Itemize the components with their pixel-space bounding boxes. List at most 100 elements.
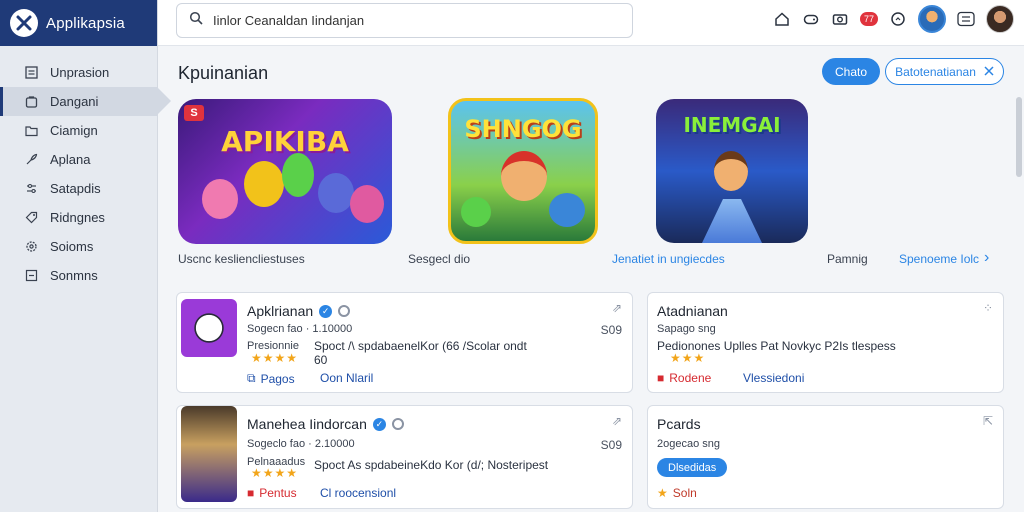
top-bar: 77 bbox=[158, 0, 1024, 46]
tile-art-title: INEMGAI bbox=[683, 113, 781, 137]
gamepad-icon[interactable] bbox=[802, 10, 820, 28]
sidebar-item-8[interactable]: Sonmns bbox=[0, 261, 157, 290]
card-price: S09 bbox=[600, 438, 622, 452]
card-price: S09 bbox=[600, 323, 622, 337]
app-thumbnail bbox=[181, 299, 237, 357]
main-content: Kpuinanian Chato Batotenatianan S APIKIB… bbox=[158, 47, 1024, 512]
tile-art-title: SHNGOG bbox=[464, 115, 582, 143]
card-title-text: Atadnianan bbox=[657, 303, 728, 319]
card-action-2[interactable]: Vlessiedoni bbox=[743, 371, 804, 385]
tile-label-1[interactable]: Uscnc kesliencliestuses bbox=[178, 252, 305, 266]
sliders-icon bbox=[24, 182, 38, 196]
action-label: Rodene bbox=[669, 371, 712, 385]
card-title: Atadnianan bbox=[657, 303, 728, 319]
card-title: Manehea Iindorcan ✓ bbox=[247, 416, 404, 432]
profile-avatar[interactable] bbox=[986, 5, 1014, 33]
pin-icon[interactable]: ⇗ bbox=[612, 301, 622, 315]
card-action-1[interactable]: ★ Soln bbox=[657, 486, 697, 500]
character-art bbox=[461, 197, 491, 227]
card-meta: 2ogecao sng bbox=[657, 438, 720, 450]
outline-button-label: Batotenatianan bbox=[895, 64, 976, 79]
card-title-text: Pcards bbox=[657, 416, 701, 432]
verified-icon: ✓ bbox=[372, 417, 386, 431]
sidebar-item-label: Unprasion bbox=[50, 65, 110, 80]
menu-list-icon[interactable] bbox=[957, 10, 975, 28]
character-art bbox=[244, 161, 284, 207]
sidebar-item-4[interactable]: Aplana bbox=[0, 145, 157, 174]
card-description: Spoct As spdabeineKdo Kor (d/; Nosteripe… bbox=[314, 458, 549, 472]
box-icon bbox=[24, 269, 38, 283]
tile-label-2[interactable]: Sesgecl dio bbox=[408, 252, 470, 266]
layout-icon bbox=[24, 66, 38, 80]
share-icon: ⧉ bbox=[247, 371, 256, 385]
action-label: Oon Nlaril bbox=[320, 371, 374, 385]
action-label: Soln bbox=[672, 486, 697, 500]
user-avatar[interactable] bbox=[918, 5, 946, 33]
toolbar-icons: 77 bbox=[773, 5, 1014, 33]
chat-icon[interactable] bbox=[889, 10, 907, 28]
card-meta: Sapago sng bbox=[657, 323, 716, 335]
app-card[interactable]: Pcards ⇱ 2ogecao sng Dlsedidas ★ Soln bbox=[647, 405, 1004, 509]
game-tile-2[interactable]: SHNGOG bbox=[448, 98, 598, 244]
sidebar-item-2[interactable]: Dangani bbox=[0, 87, 171, 116]
track-art bbox=[702, 199, 762, 243]
app-card[interactable]: Manehea Iindorcan ✓ Sogeclo fao · 2.1000… bbox=[176, 405, 633, 509]
gift-icon: ■ bbox=[247, 486, 255, 500]
sidebar-nav: Unprasion Dangani Ciamign Aplana Satapdi… bbox=[0, 58, 171, 290]
character-art bbox=[501, 151, 547, 201]
action-label: Vlessiedoni bbox=[743, 371, 805, 385]
card-meta: Sogeclo fao · 2.10000 bbox=[247, 438, 355, 450]
sidebar-item-3[interactable]: Ciamign bbox=[0, 116, 157, 145]
card-action-2[interactable]: Cl roocensionl bbox=[320, 486, 396, 500]
app-logo-icon bbox=[10, 9, 38, 37]
expand-icon[interactable]: ⇱ bbox=[983, 414, 993, 428]
card-meta: Sogecn fao · 1.10000 bbox=[247, 323, 353, 335]
app-thumbnail bbox=[181, 406, 237, 502]
sidebar-item-label: Ridngnes bbox=[50, 210, 105, 225]
more-icon[interactable]: ⁘ bbox=[983, 301, 993, 315]
action-label: Pentus bbox=[259, 486, 297, 500]
app-card[interactable]: Apklrianan ✓ Sogecn fao · 1.10000 Presio… bbox=[176, 292, 633, 393]
status-pill[interactable]: Dlsedidas bbox=[657, 458, 728, 477]
sidebar-item-6[interactable]: Ridngnes bbox=[0, 203, 157, 232]
folder-icon bbox=[24, 124, 38, 138]
card-action-1[interactable]: ■ Rodene bbox=[657, 371, 711, 385]
pin-icon[interactable]: ⇗ bbox=[612, 414, 622, 428]
notification-badge[interactable]: 77 bbox=[860, 12, 878, 26]
home-icon[interactable] bbox=[773, 10, 791, 28]
see-more-link[interactable]: Spenoeme Iolc bbox=[899, 252, 979, 266]
search-input[interactable] bbox=[213, 13, 613, 28]
camera-icon[interactable] bbox=[831, 10, 849, 28]
outline-button[interactable]: Batotenatianan bbox=[885, 58, 1004, 85]
star-rating: ★★★★ bbox=[251, 351, 299, 365]
game-tile-3[interactable]: INEMGAI bbox=[656, 99, 808, 243]
card-action-2[interactable]: Oon Nlaril bbox=[320, 371, 373, 385]
tile-label-3[interactable]: Jenatiet in ungiecdes bbox=[612, 252, 725, 266]
sidebar-item-label: Dangani bbox=[50, 94, 99, 109]
primary-button[interactable]: Chato bbox=[822, 58, 880, 85]
scrollbar[interactable] bbox=[1016, 97, 1022, 177]
close-icon[interactable] bbox=[984, 65, 994, 79]
sidebar-item-label: Sonmns bbox=[50, 268, 98, 283]
app-card[interactable]: Atadnianan ⁘ Sapago sng Pedionones Uplle… bbox=[647, 292, 1004, 393]
card-action-1[interactable]: ■ Pentus bbox=[247, 486, 297, 500]
chevron-right-icon[interactable]: › bbox=[984, 249, 989, 267]
sidebar-item-1[interactable]: Unprasion bbox=[0, 58, 157, 87]
sidebar-item-7[interactable]: Soioms bbox=[0, 232, 157, 261]
sidebar: Applikapsia Unprasion Dangani Ciamign Ap… bbox=[0, 0, 171, 512]
card-title-text: Apklrianan bbox=[247, 303, 314, 319]
section-title: Kpuinanian bbox=[178, 63, 269, 83]
card-title-text: Manehea Iindorcan bbox=[247, 416, 367, 432]
game-tile-1[interactable]: S APIKIBA bbox=[178, 99, 392, 244]
star-icon: ★ bbox=[657, 486, 668, 500]
card-action-1[interactable]: ⧉ Pagos bbox=[247, 371, 295, 386]
brand-header[interactable]: Applikapsia bbox=[0, 0, 157, 46]
search-icon bbox=[189, 11, 203, 30]
sidebar-item-5[interactable]: Satapdis bbox=[0, 174, 157, 203]
action-label: Cl roocensionl bbox=[320, 486, 397, 500]
globe-icon bbox=[338, 305, 351, 317]
search-box[interactable] bbox=[176, 3, 633, 38]
sidebar-item-label: Aplana bbox=[50, 152, 91, 167]
tile-label-4[interactable]: Pamnig bbox=[827, 252, 868, 266]
character-art bbox=[549, 193, 585, 227]
